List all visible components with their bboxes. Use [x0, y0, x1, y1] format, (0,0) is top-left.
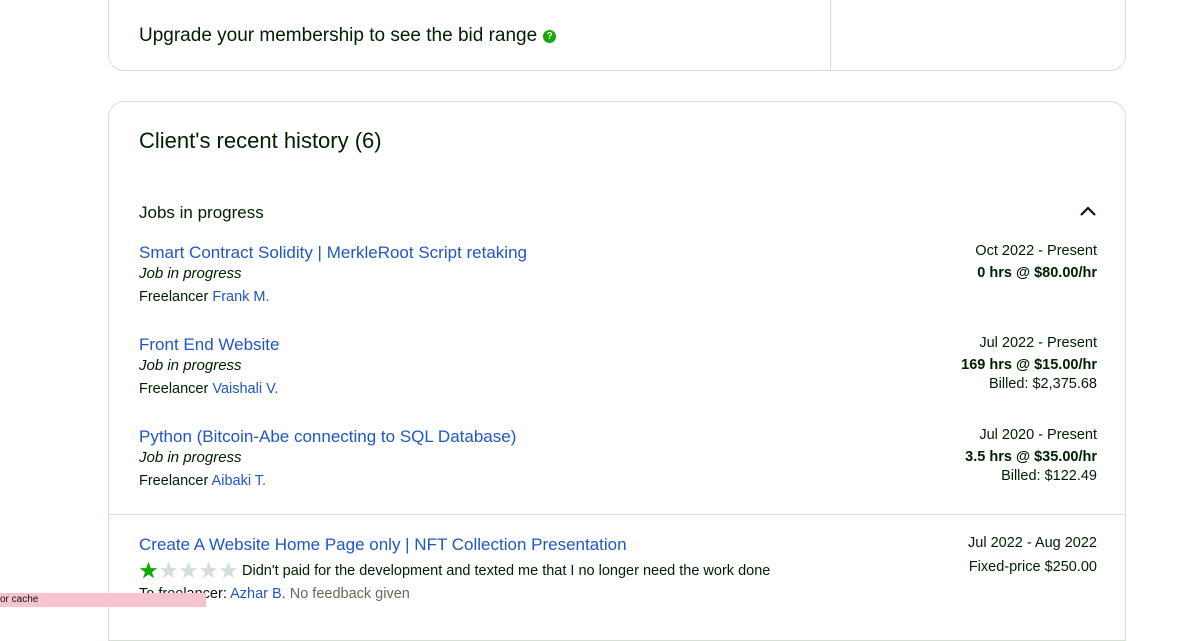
freelancer-line: Freelancer Aibaki T. [139, 473, 1097, 489]
job-title-link[interactable]: Front End Website [139, 335, 1097, 355]
job-price: Fixed-price $250.00 [968, 559, 1097, 575]
client-history-card: Client's recent history (6) Jobs in prog… [108, 101, 1126, 641]
overlay-bar: or cache [0, 593, 206, 607]
freelancer-prefix: Freelancer [139, 289, 209, 305]
freelancer-link[interactable]: Azhar B. [230, 586, 286, 602]
star-empty-icon [159, 561, 178, 579]
job-item: Python (Bitcoin-Abe connecting to SQL Da… [139, 427, 1097, 489]
job-billed: Billed: $122.49 [1001, 468, 1097, 484]
freelancer-feedback: No feedback given [289, 586, 410, 602]
job-item: Smart Contract Solidity | MerkleRoot Scr… [139, 243, 1097, 305]
job-title-link[interactable]: Smart Contract Solidity | MerkleRoot Scr… [139, 243, 1097, 263]
job-dates: Oct 2022 - Present [975, 243, 1097, 259]
job-rate: 169 hrs @ $15.00/hr [961, 357, 1097, 373]
rating-stars [139, 561, 238, 580]
freelancer-prefix: Freelancer [139, 381, 209, 397]
freelancer-prefix: Freelancer [139, 473, 209, 489]
job-title-link[interactable]: Python (Bitcoin-Abe connecting to SQL Da… [139, 427, 1097, 447]
job-status: Job in progress [139, 265, 242, 282]
job-dates: Jul 2020 - Present [979, 427, 1097, 443]
client-feedback: Didn't paid for the development and text… [139, 561, 1097, 580]
star-empty-icon [219, 561, 238, 579]
job-dates: Jul 2022 - Aug 2022 [968, 535, 1097, 551]
job-rate: 3.5 hrs @ $35.00/hr [965, 449, 1097, 465]
job-meta: Oct 2022 - Present 0 hrs @ $80.00/hr [975, 243, 1097, 281]
chevron-up-icon[interactable] [1079, 205, 1097, 217]
freelancer-link[interactable]: Aibaki T. [212, 473, 267, 489]
star-empty-icon [199, 561, 218, 579]
freelancer-link[interactable]: Vaishali V. [212, 381, 278, 397]
completed-job-item: Create A Website Home Page only | NFT Co… [139, 535, 1097, 602]
upgrade-text: Upgrade your membership to see the bid r… [139, 25, 538, 46]
freelancer-link[interactable]: Frank M. [212, 289, 269, 305]
job-item: Front End Website Job in progress Freela… [139, 335, 1097, 397]
job-dates: Jul 2022 - Present [979, 335, 1097, 351]
job-meta: Jul 2020 - Present 3.5 hrs @ $35.00/hr B… [965, 427, 1097, 484]
job-billed: Billed: $2,375.68 [988, 376, 1097, 392]
freelancer-line: Freelancer Vaishali V. [139, 381, 1097, 397]
freelancer-line: To freelancer: Azhar B. No feedback give… [139, 586, 1097, 602]
overlay-bar-text: or cache [0, 594, 39, 605]
jobs-in-progress-heading[interactable]: Jobs in progress [139, 203, 264, 223]
job-rate: 0 hrs @ $80.00/hr [977, 265, 1097, 281]
star-empty-icon [179, 561, 198, 579]
upgrade-notice: Upgrade your membership to see the bid r… [139, 25, 557, 47]
section-divider [109, 514, 1125, 515]
star-filled-icon [139, 561, 158, 579]
help-icon[interactable]: ? [543, 29, 557, 43]
history-title: Client's recent history (6) [139, 128, 382, 153]
job-status: Job in progress [139, 357, 242, 374]
job-title-link[interactable]: Create A Website Home Page only | NFT Co… [139, 535, 1097, 555]
membership-card: Upgrade your membership to see the bid r… [108, 0, 1126, 71]
freelancer-line: Freelancer Frank M. [139, 289, 1097, 305]
job-meta: Jul 2022 - Present 169 hrs @ $15.00/hr B… [961, 335, 1097, 392]
job-meta: Jul 2022 - Aug 2022 Fixed-price $250.00 [968, 535, 1097, 575]
card-divider [830, 0, 831, 70]
job-status: Job in progress [139, 449, 242, 466]
feedback-text: Didn't paid for the development and text… [242, 562, 771, 579]
